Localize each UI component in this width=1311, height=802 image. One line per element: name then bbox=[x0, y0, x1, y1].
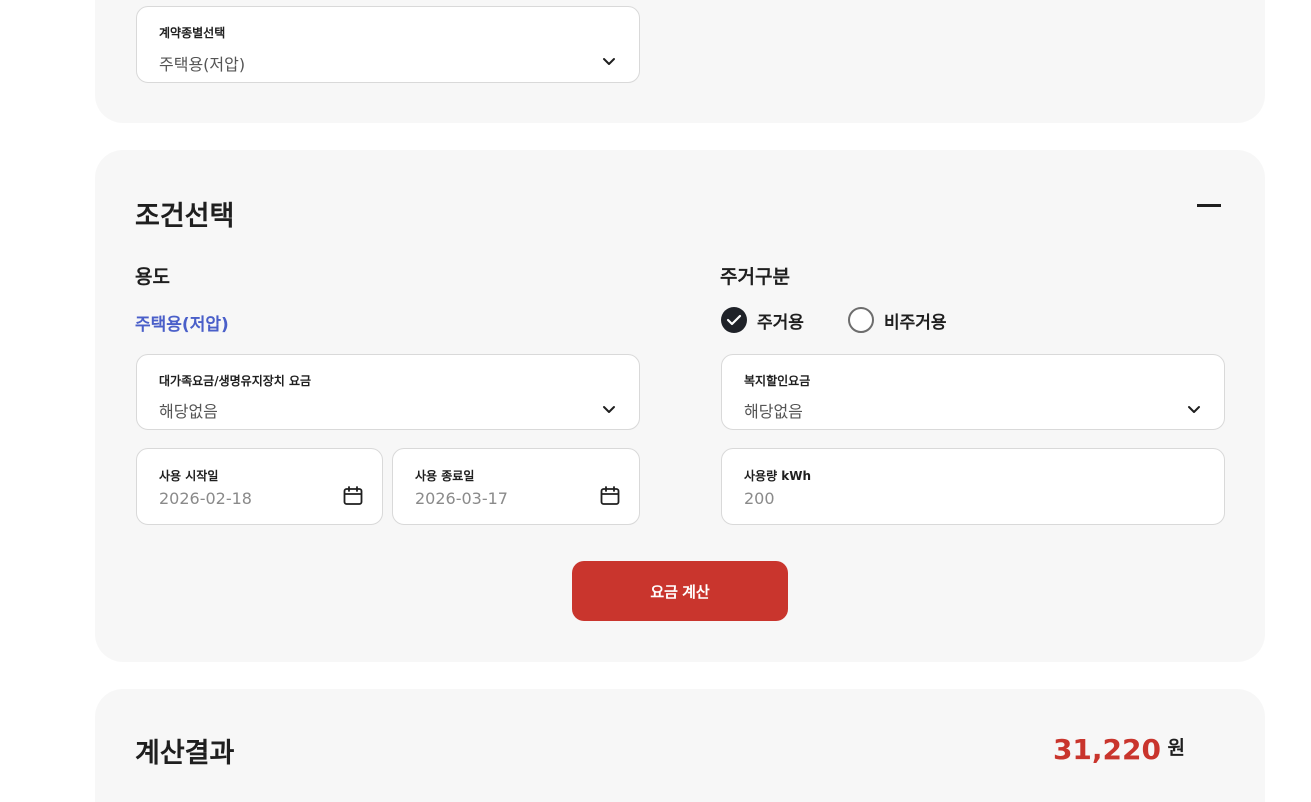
kwh-label: 사용량 kWh bbox=[744, 469, 812, 483]
contract-type-select[interactable]: 계약종별선택 주택용(저압) bbox=[136, 6, 640, 83]
contract-type-label: 계약종별선택 bbox=[159, 26, 226, 40]
start-date-value: 2026-02-18 bbox=[159, 489, 252, 508]
welfare-label: 복지할인요금 bbox=[744, 374, 811, 388]
start-date-input[interactable]: 사용 시작일 2026-02-18 bbox=[136, 448, 383, 525]
end-date-input[interactable]: 사용 종료일 2026-03-17 bbox=[392, 448, 640, 525]
page: 계약종별선택 주택용(저압) 조건선택 용도 주택용(저압) 주거구분 주거용 … bbox=[0, 0, 1311, 802]
calendar-icon[interactable] bbox=[599, 485, 621, 507]
residence-label: 주거구분 bbox=[720, 266, 790, 288]
start-date-label: 사용 시작일 bbox=[159, 469, 219, 483]
welfare-value: 해당없음 bbox=[744, 402, 803, 421]
radio-checked-icon bbox=[721, 307, 747, 333]
contract-type-card: 계약종별선택 주택용(저압) bbox=[95, 0, 1265, 123]
usage-label: 용도 bbox=[135, 266, 170, 288]
radio-residential-label: 주거용 bbox=[757, 312, 804, 333]
conditions-card: 조건선택 용도 주택용(저압) 주거구분 주거용 비주거용 대가족요금/생명유지… bbox=[95, 150, 1265, 662]
result-card: 계산결과 31,220 원 bbox=[95, 689, 1265, 802]
big-family-label: 대가족요금/생명유지장치 요금 bbox=[159, 374, 312, 388]
result-title: 계산결과 bbox=[135, 738, 235, 769]
radio-unchecked-icon bbox=[848, 307, 874, 333]
kwh-value: 200 bbox=[744, 489, 775, 508]
kwh-input[interactable]: 사용량 kWh 200 bbox=[721, 448, 1225, 525]
usage-value: 주택용(저압) bbox=[135, 315, 229, 335]
big-family-select[interactable]: 대가족요금/생명유지장치 요금 해당없음 bbox=[136, 354, 640, 430]
calculate-button[interactable]: 요금 계산 bbox=[572, 561, 788, 621]
radio-non-residential[interactable]: 비주거용 bbox=[848, 307, 947, 333]
big-family-value: 해당없음 bbox=[159, 402, 218, 421]
chevron-down-icon bbox=[1188, 406, 1200, 413]
radio-non-residential-label: 비주거용 bbox=[884, 312, 947, 333]
result-amount: 31,220 bbox=[1052, 733, 1161, 766]
collapse-minus-icon[interactable] bbox=[1195, 202, 1223, 214]
radio-residential[interactable]: 주거용 bbox=[721, 307, 804, 333]
calendar-icon[interactable] bbox=[342, 485, 364, 507]
end-date-label: 사용 종료일 bbox=[415, 469, 475, 483]
end-date-value: 2026-03-17 bbox=[415, 489, 508, 508]
chevron-down-icon bbox=[603, 58, 615, 65]
contract-type-value: 주택용(저압) bbox=[159, 55, 246, 74]
chevron-down-icon bbox=[603, 406, 615, 413]
welfare-select[interactable]: 복지할인요금 해당없음 bbox=[721, 354, 1225, 430]
conditions-title: 조건선택 bbox=[135, 201, 235, 232]
result-unit: 원 bbox=[1167, 737, 1185, 759]
